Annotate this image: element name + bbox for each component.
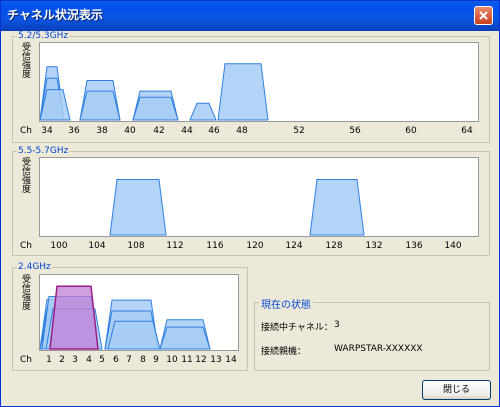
tick-label: 1 [46,355,52,365]
tick-label: 34 [41,126,53,136]
title-bar[interactable]: チャネル状況表示 [1,1,499,31]
tick-label: 6 [113,355,119,365]
tick-label: 100 [50,241,68,251]
channel-bar [79,90,121,121]
channel-bar [189,102,217,121]
tick-label: 108 [127,241,145,251]
band-label-2-4ghz: 2.4GHz [17,262,52,272]
chart-5-5-5-7ghz [39,157,479,237]
channel-bar [109,179,167,236]
tick-label: 42 [153,126,165,136]
tick-label: 14 [225,355,237,365]
tick-label: 5 [99,355,105,365]
tick-label: 124 [285,241,303,251]
tick-label: 8 [140,355,146,365]
tick-label: 10 [166,355,178,365]
tick-label: 132 [365,241,383,251]
tick-label: 36 [68,126,80,136]
channel-axis-label: Ch [20,126,32,136]
tick-label: 64 [461,126,473,136]
channel-bar [132,96,179,121]
tick-label: 11 [181,355,193,365]
connected-channel-label: 接続中チャネル： [261,323,333,333]
tick-label: 60 [405,126,417,136]
channel-axis-label: Ch [20,355,32,365]
close-button[interactable]: 閉じる [422,380,491,400]
connected-channel-value: 3 [334,320,340,330]
tick-label: 112 [166,241,184,251]
tick-label: 9 [153,355,159,365]
band-label-5-5-5-7ghz: 5.5-5.7GHz [17,146,70,156]
connected-channel-bar [49,285,99,350]
bars-5-5-5-7ghz [109,179,365,236]
tick-label: 52 [293,126,305,136]
tick-label: 38 [96,126,108,136]
band-label-5-2-5-3ghz: 5.2/5.3GHz [17,31,70,41]
window-close-button[interactable] [474,6,493,25]
chart-5-2-5-3ghz [39,42,479,122]
connected-device-value: WARPSTAR-XXXXXX [334,344,423,354]
tick-label: 128 [325,241,343,251]
tick-label: 3 [72,355,78,365]
tick-label: 48 [236,126,248,136]
tick-label: 46 [208,126,220,136]
tick-label: 44 [181,126,193,136]
channel-bar [309,179,365,236]
signal-strength-label: 受信強度 [22,275,32,312]
channel-bar [107,320,161,350]
tick-label: 104 [88,241,106,251]
chart-2-4ghz [39,274,239,351]
signal-strength-label: 受信強度 [22,158,32,195]
close-icon [479,11,488,20]
tick-label: 13 [210,355,222,365]
connected-device-label: 接続親機： [261,347,307,357]
channel-status-window: チャネル状況表示 5.2/5.3GHz 受信強度 Ch 34 36 38 40 … [0,0,500,407]
ticks-5-5-5-7ghz: 100 104 108 112 116 120 124 128 132 136 … [39,241,479,252]
tick-label: 136 [405,241,423,251]
status-title: 現在の状態 [259,296,313,311]
tick-label: 4 [86,355,92,365]
bars-2-4ghz [40,285,211,350]
bars-5-2-5-3ghz [40,63,269,121]
tick-label: 12 [195,355,207,365]
tick-label: 140 [444,241,462,251]
ticks-5-2-5-3ghz: 34 36 38 40 42 44 46 48 52 56 60 64 [39,126,479,137]
channel-bar [159,326,211,350]
tick-label: 120 [246,241,264,251]
tick-label: 2 [59,355,65,365]
tick-label: 116 [206,241,224,251]
tick-label: 56 [349,126,361,136]
status-group [254,302,490,371]
channel-bar [217,63,269,121]
channel-axis-label: Ch [20,241,32,251]
tick-label: 40 [124,126,136,136]
ticks-2-4ghz: 1 2 3 4 5 6 7 8 9 10 11 12 13 14 [39,355,239,366]
tick-label: 7 [126,355,132,365]
signal-strength-label: 受信強度 [22,43,32,80]
window-title: チャネル状況表示 [7,8,103,22]
